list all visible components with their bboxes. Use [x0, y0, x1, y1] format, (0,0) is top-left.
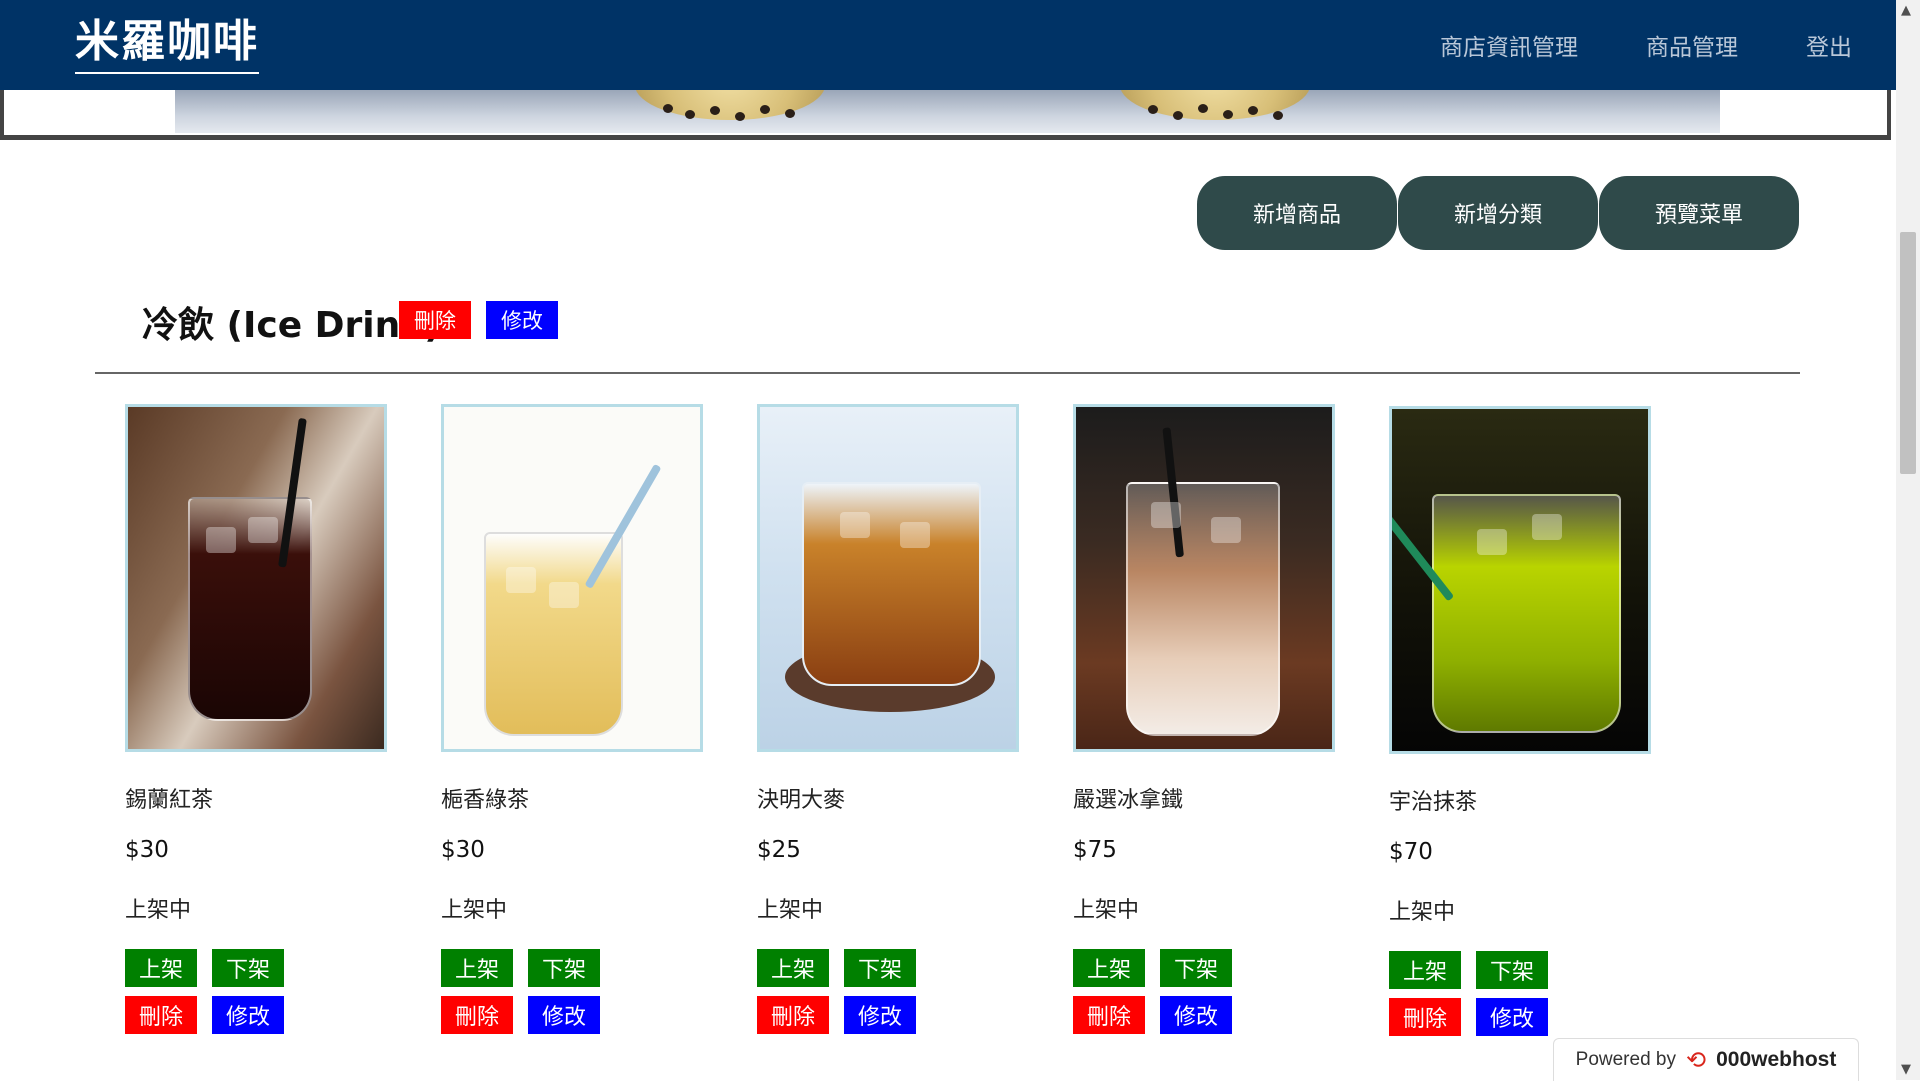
edit-product-button[interactable]: 修改 — [1476, 998, 1548, 1036]
product-image — [1389, 406, 1651, 754]
banner-frame — [0, 90, 1891, 140]
list-product-button[interactable]: 上架 — [1389, 951, 1461, 989]
product-status: 上架中 — [125, 898, 192, 923]
nav-logout[interactable]: 登出 — [1806, 28, 1852, 62]
category-edit-button[interactable]: 修改 — [486, 301, 558, 339]
edit-product-button[interactable]: 修改 — [1160, 996, 1232, 1034]
product-image — [757, 404, 1019, 752]
delete-product-button[interactable]: 刪除 — [757, 996, 829, 1034]
product-card: 梔香綠茶 $30 上架中 上架 下架 刪除 修改 — [441, 404, 711, 1044]
product-price: $75 — [1073, 837, 1117, 863]
edit-product-button[interactable]: 修改 — [528, 996, 600, 1034]
webhost-logo-icon: ⟲ — [1686, 1046, 1707, 1074]
product-status: 上架中 — [1073, 898, 1140, 923]
category-divider — [95, 372, 1800, 374]
product-price: $30 — [441, 837, 485, 863]
preview-menu-button[interactable]: 預覽菜單 — [1599, 176, 1799, 250]
top-navbar: 米羅咖啡 商店資訊管理 商品管理 登出 — [0, 0, 1896, 90]
add-product-button[interactable]: 新增商品 — [1197, 176, 1397, 250]
product-card: 嚴選冰拿鐵 $75 上架中 上架 下架 刪除 修改 — [1073, 404, 1343, 1044]
powered-by-text: Powered by — [1575, 1049, 1676, 1070]
product-status: 上架中 — [441, 898, 508, 923]
product-name: 宇治抹茶 — [1389, 790, 1478, 815]
unlist-product-button[interactable]: 下架 — [1160, 949, 1232, 987]
product-card: 宇治抹茶 $70 上架中 上架 下架 刪除 修改 — [1389, 406, 1659, 1046]
list-product-button[interactable]: 上架 — [125, 949, 197, 987]
product-card: 錫蘭紅茶 $30 上架中 上架 下架 刪除 修改 — [125, 404, 395, 1044]
product-image — [441, 404, 703, 752]
product-image — [1073, 404, 1335, 752]
product-price: $30 — [125, 837, 169, 863]
brand-logo[interactable]: 米羅咖啡 — [75, 14, 259, 74]
list-product-button[interactable]: 上架 — [441, 949, 513, 987]
list-product-button[interactable]: 上架 — [757, 949, 829, 987]
page-scrollbar[interactable]: ▲ ▼ — [1896, 0, 1920, 1080]
nav-store-info[interactable]: 商店資訊管理 — [1440, 28, 1578, 62]
action-bar: 新增商品 新增分類 預覽菜單 — [1197, 176, 1800, 250]
product-card: 決明大麥 $25 上架中 上架 下架 刪除 修改 — [757, 404, 1027, 1044]
delete-product-button[interactable]: 刪除 — [1073, 996, 1145, 1034]
scroll-down-arrow-icon[interactable]: ▼ — [1901, 1062, 1911, 1077]
product-price: $25 — [757, 837, 801, 863]
product-price: $70 — [1389, 839, 1433, 865]
product-name: 梔香綠茶 — [441, 788, 530, 813]
product-name: 錫蘭紅茶 — [125, 788, 214, 813]
scrollbar-thumb[interactable] — [1900, 232, 1916, 474]
list-product-button[interactable]: 上架 — [1073, 949, 1145, 987]
product-status: 上架中 — [757, 898, 824, 923]
product-status: 上架中 — [1389, 900, 1456, 925]
category-title: 冷飲 (Ice Drink) — [142, 305, 441, 346]
scroll-up-arrow-icon[interactable]: ▲ — [1901, 3, 1911, 18]
add-category-button[interactable]: 新增分類 — [1398, 176, 1598, 250]
banner-image — [175, 90, 1720, 133]
delete-product-button[interactable]: 刪除 — [125, 996, 197, 1034]
edit-product-button[interactable]: 修改 — [844, 996, 916, 1034]
webhost-name: 000webhost — [1716, 1048, 1837, 1071]
unlist-product-button[interactable]: 下架 — [844, 949, 916, 987]
delete-product-button[interactable]: 刪除 — [441, 996, 513, 1034]
powered-by-badge[interactable]: Powered by ⟲ 000webhost — [1553, 1038, 1859, 1081]
nav-product-management[interactable]: 商品管理 — [1646, 28, 1738, 62]
unlist-product-button[interactable]: 下架 — [528, 949, 600, 987]
product-name: 嚴選冰拿鐵 — [1073, 788, 1184, 813]
category-delete-button[interactable]: 刪除 — [399, 301, 471, 339]
product-image — [125, 404, 387, 752]
unlist-product-button[interactable]: 下架 — [212, 949, 284, 987]
unlist-product-button[interactable]: 下架 — [1476, 951, 1548, 989]
edit-product-button[interactable]: 修改 — [212, 996, 284, 1034]
main-nav: 商店資訊管理 商品管理 登出 — [1440, 0, 1852, 90]
product-name: 決明大麥 — [757, 788, 846, 813]
delete-product-button[interactable]: 刪除 — [1389, 998, 1461, 1036]
